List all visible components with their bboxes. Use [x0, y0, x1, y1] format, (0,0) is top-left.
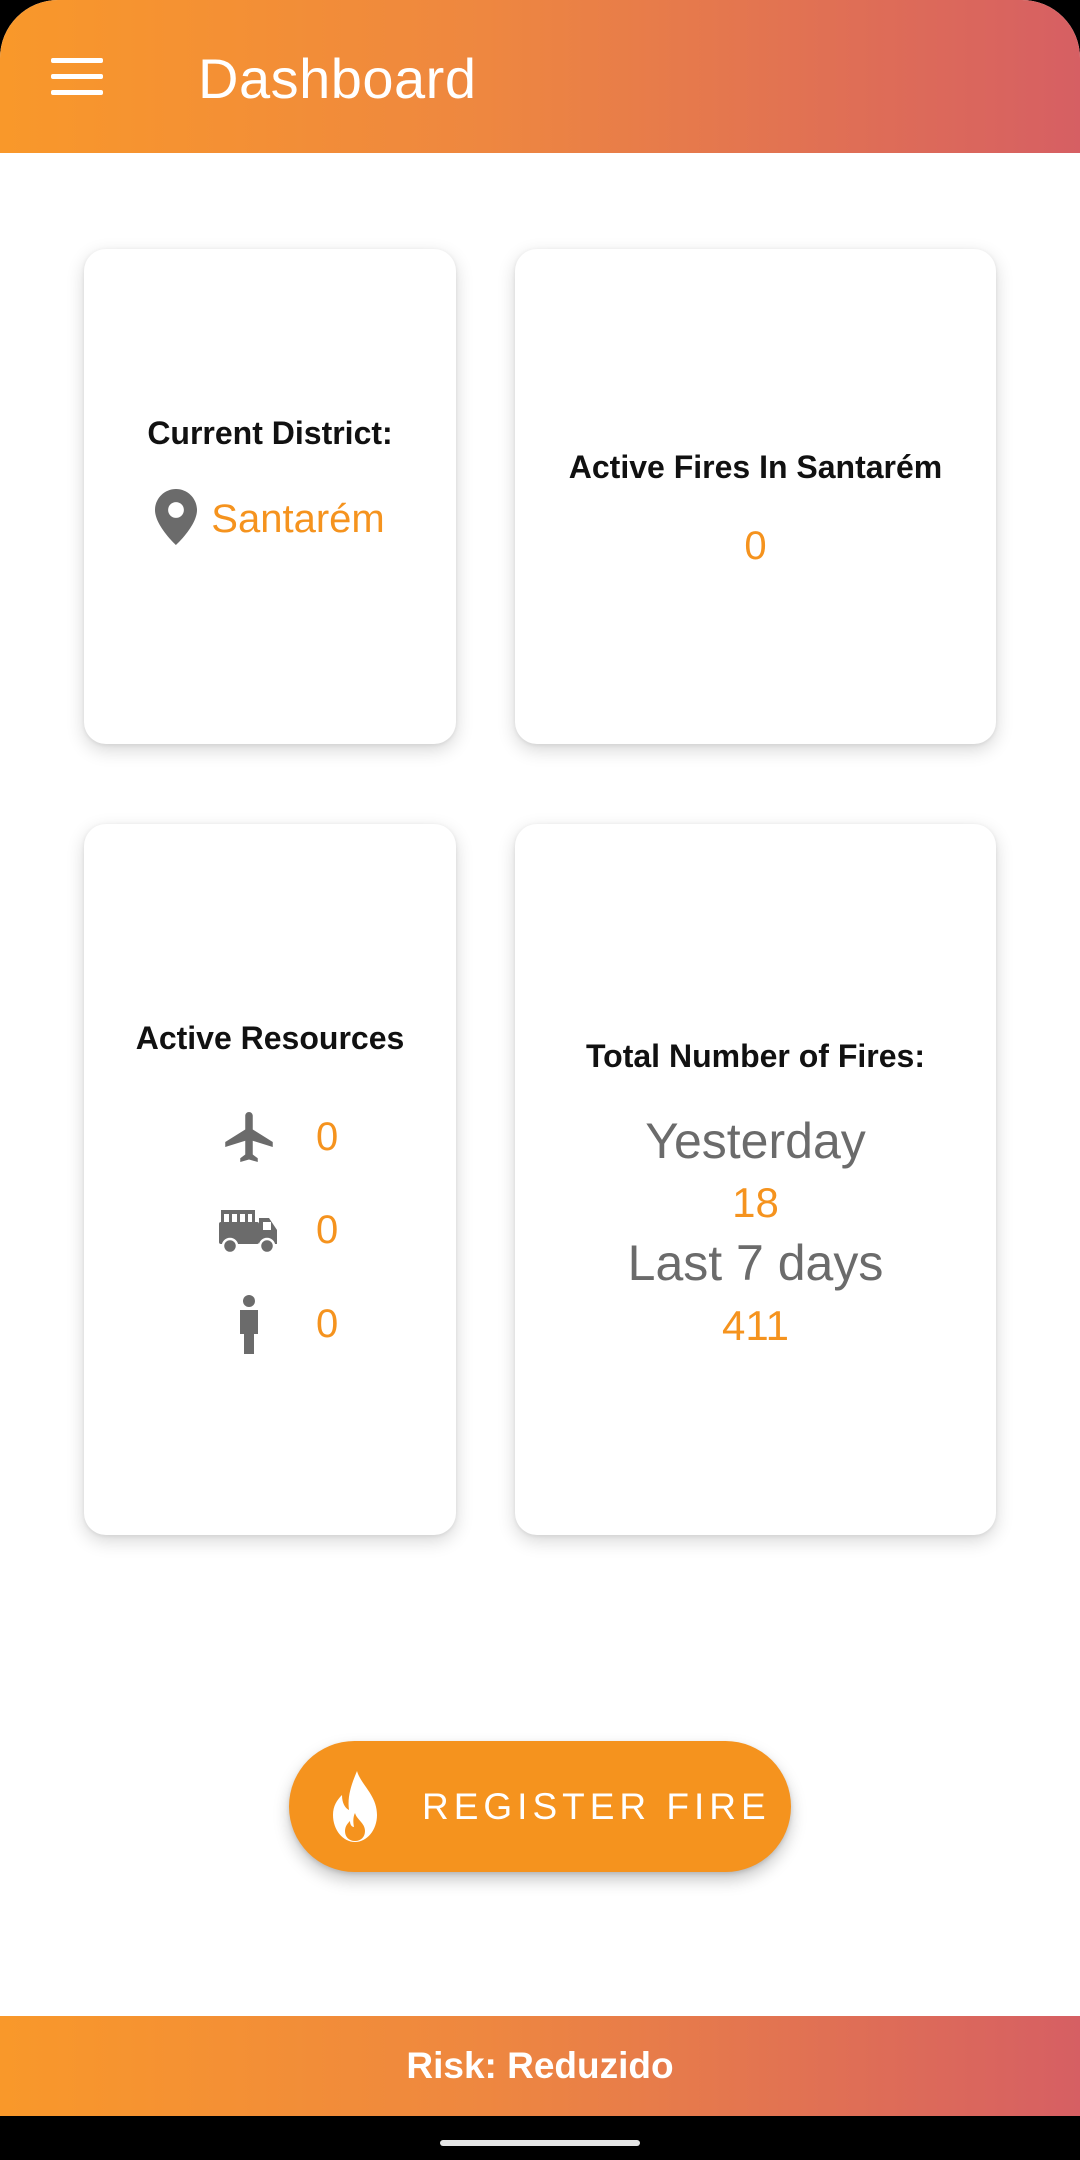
- active-resources-title: Active Resources: [135, 1020, 405, 1056]
- district-row: Santarém: [84, 489, 456, 550]
- register-fire-label: REGISTER FIRE: [422, 1786, 771, 1827]
- yesterday-value: 18: [732, 1179, 779, 1226]
- active-resources-card: Active Resources 0 0 0: [84, 824, 456, 1535]
- active-fires-title: Active Fires In Santarém: [568, 449, 943, 485]
- menu-line: [51, 89, 103, 95]
- person-icon: [214, 1289, 284, 1359]
- active-fires-card: Active Fires In Santarém 0: [515, 249, 996, 744]
- resource-row-vehicles: 0: [214, 1195, 338, 1265]
- active-fires-value: 0: [744, 524, 767, 568]
- register-fire-button[interactable]: REGISTER FIRE: [289, 1741, 791, 1872]
- risk-bar: Risk: Reduzido: [0, 2016, 1080, 2116]
- personnel-count: 0: [316, 1301, 339, 1346]
- current-district-card: Current District: Santarém: [84, 249, 456, 744]
- fire-truck-icon: [214, 1195, 284, 1265]
- current-district-title: Current District:: [147, 415, 393, 451]
- dashboard-screen: Dashboard Current District: Santarém Act…: [0, 0, 1080, 2116]
- last-7-days-value: 411: [722, 1302, 789, 1349]
- page-title: Dashboard: [198, 47, 477, 110]
- flame-icon: [327, 1769, 385, 1850]
- location-pin-icon: [155, 489, 198, 550]
- district-value: Santarém: [211, 497, 385, 541]
- resource-row-personnel: 0: [214, 1289, 338, 1359]
- total-fires-card: Total Number of Fires: Yesterday 18 Last…: [515, 824, 996, 1535]
- resource-row-aircraft: 0: [214, 1102, 338, 1172]
- vehicle-count: 0: [316, 1207, 339, 1252]
- menu-line: [51, 57, 103, 63]
- home-indicator[interactable]: [440, 2140, 640, 2146]
- total-fires-title: Total Number of Fires:: [586, 1038, 925, 1074]
- last-7-days-label: Last 7 days: [627, 1235, 884, 1291]
- app-bar: Dashboard: [0, 0, 1080, 153]
- system-navigation-bar: [0, 2116, 1080, 2160]
- hamburger-menu-icon[interactable]: [40, 44, 114, 108]
- menu-line: [51, 73, 103, 79]
- risk-level-text: Risk: Reduzido: [406, 2045, 674, 2086]
- airplane-icon: [214, 1102, 284, 1172]
- aircraft-count: 0: [316, 1114, 339, 1159]
- yesterday-label: Yesterday: [645, 1113, 866, 1169]
